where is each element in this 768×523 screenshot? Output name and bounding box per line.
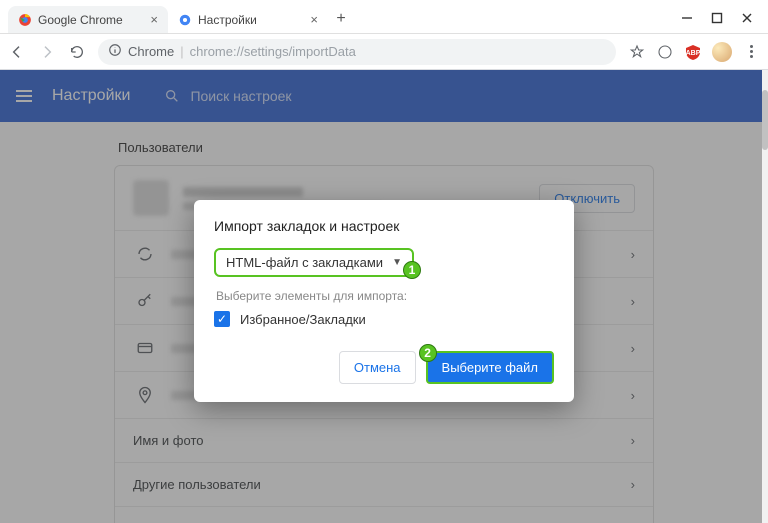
modal-title: Импорт закладок и настроек [214, 218, 554, 234]
import-modal: Импорт закладок и настроек HTML-файл с з… [194, 200, 574, 402]
dropdown-triangle-icon: ▼ [392, 257, 402, 268]
close-window-icon[interactable] [740, 11, 754, 25]
adblock-ext-icon[interactable]: ABP [684, 43, 702, 61]
yandex-ext-icon[interactable] [656, 43, 674, 61]
omnibox-chip: Chrome [128, 44, 174, 59]
annotation-badge-2: 2 [419, 344, 437, 362]
settings-favicon [178, 13, 192, 27]
scrollbar-thumb[interactable] [762, 90, 768, 150]
svg-text:ABP: ABP [686, 50, 701, 57]
cancel-button[interactable]: Отмена [339, 351, 416, 384]
star-icon[interactable] [628, 43, 646, 61]
tab-strip: Google Chrome × Настройки × + [0, 6, 680, 33]
checkbox-label: Избранное/Закладки [240, 312, 366, 327]
close-tab-icon[interactable]: × [310, 12, 318, 27]
choose-file-button[interactable]: 2 Выберите файл [426, 351, 554, 384]
profile-avatar[interactable] [712, 42, 732, 62]
omnibox-url: chrome://settings/importData [190, 44, 356, 59]
chrome-favicon [18, 13, 32, 27]
checkbox-checked-icon[interactable]: ✓ [214, 311, 230, 327]
url-input[interactable]: Chrome | chrome://settings/importData [98, 39, 616, 65]
minimize-icon[interactable] [680, 11, 694, 25]
browser-tab[interactable]: Настройки × [168, 6, 328, 33]
import-source-select[interactable]: HTML-файл с закладками ▼ 1 [214, 248, 414, 277]
window-controls [680, 11, 768, 33]
toolbar-extensions: ABP [628, 42, 760, 62]
modal-hint: Выберите элементы для импорта: [216, 289, 554, 303]
annotation-badge-1: 1 [403, 261, 421, 279]
forward-button[interactable] [38, 43, 56, 61]
select-value: HTML-файл с закладками [226, 255, 383, 270]
new-tab-button[interactable]: + [328, 6, 354, 32]
scrollbar[interactable] [762, 70, 768, 523]
address-bar: Chrome | chrome://settings/importData AB… [0, 34, 768, 70]
reload-button[interactable] [68, 43, 86, 61]
back-button[interactable] [8, 43, 26, 61]
site-info-icon[interactable] [108, 43, 122, 60]
kebab-menu-icon[interactable] [742, 43, 760, 61]
window-titlebar: Google Chrome × Настройки × + [0, 0, 768, 34]
bookmarks-checkbox-row[interactable]: ✓ Избранное/Закладки [214, 311, 554, 327]
tab-title: Google Chrome [38, 13, 123, 27]
close-tab-icon[interactable]: × [150, 12, 158, 27]
tab-title: Настройки [198, 13, 257, 27]
maximize-icon[interactable] [710, 11, 724, 25]
browser-tab[interactable]: Google Chrome × [8, 6, 168, 33]
